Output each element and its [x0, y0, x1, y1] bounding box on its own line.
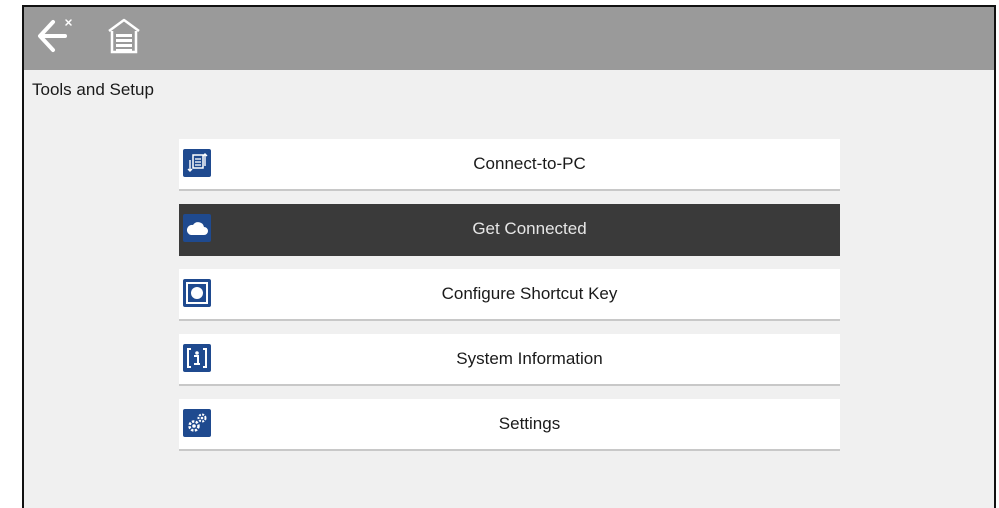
tools-menu: Connect-to-PC Get Connected Configure Sh… [179, 139, 840, 464]
home-icon [106, 17, 142, 60]
menu-item-label: Connect-to-PC [473, 154, 586, 173]
menu-item-system-information[interactable]: System Information [179, 334, 840, 386]
menu-item-label: System Information [456, 349, 603, 368]
app-window: Tools and Setup Connect-to-PC Get Connec… [22, 5, 996, 508]
home-button[interactable] [100, 7, 148, 70]
menu-item-configure-shortcut-key[interactable]: Configure Shortcut Key [179, 269, 840, 321]
menu-item-label: Settings [498, 414, 561, 433]
page-title: Tools and Setup [32, 80, 154, 99]
info-icon [183, 344, 211, 372]
back-button[interactable] [32, 7, 82, 70]
connect-to-pc-icon [183, 149, 211, 177]
menu-item-get-connected[interactable]: Get Connected [179, 204, 840, 256]
menu-item-settings[interactable]: Settings [179, 399, 840, 451]
cloud-icon [183, 214, 211, 242]
menu-item-label: Configure Shortcut Key [441, 284, 618, 303]
menu-item-label: Get Connected [472, 219, 587, 238]
menu-item-connect-to-pc[interactable]: Connect-to-PC [179, 139, 840, 191]
back-arrow-icon [35, 16, 79, 61]
top-toolbar [24, 7, 994, 70]
shortcut-key-icon [183, 279, 211, 307]
gears-icon [183, 409, 211, 437]
